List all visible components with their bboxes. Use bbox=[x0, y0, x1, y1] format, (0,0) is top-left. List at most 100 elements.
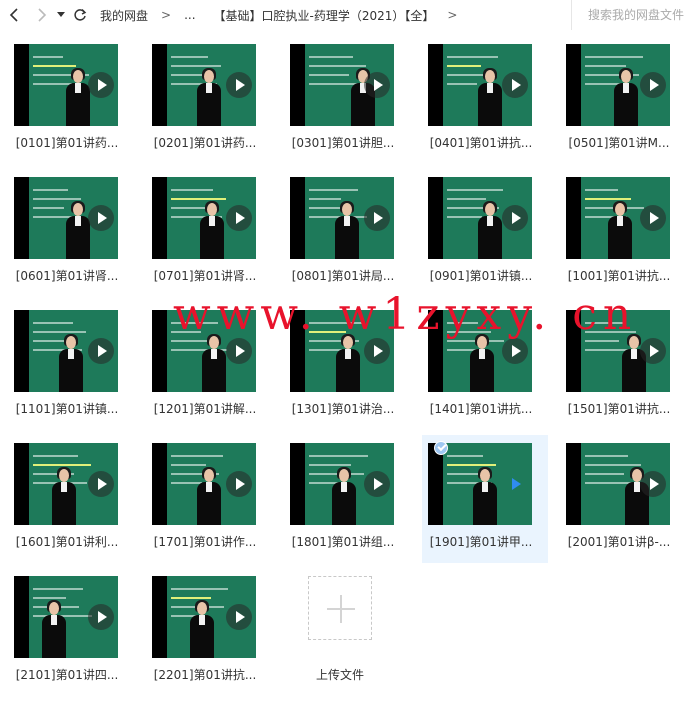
lecturer-figure bbox=[613, 68, 639, 126]
play-icon[interactable] bbox=[640, 205, 666, 231]
lecturer-figure bbox=[477, 201, 503, 259]
play-icon[interactable] bbox=[226, 72, 252, 98]
slide-text-line bbox=[170, 322, 218, 324]
file-item[interactable]: [0501]第01讲M... bbox=[560, 36, 686, 164]
refresh-button[interactable] bbox=[68, 0, 92, 30]
play-icon[interactable] bbox=[88, 72, 114, 98]
lecturer-shirt bbox=[617, 216, 623, 226]
lecturer-head bbox=[485, 70, 495, 83]
file-name: [1101]第01讲镇... bbox=[15, 402, 119, 416]
slide-text-line bbox=[446, 198, 486, 200]
lecturer-figure bbox=[199, 201, 225, 259]
file-item[interactable]: [1301]第01讲治... bbox=[284, 302, 410, 430]
play-icon[interactable] bbox=[364, 205, 390, 231]
play-icon[interactable] bbox=[226, 471, 252, 497]
lecturer-head bbox=[197, 602, 207, 615]
back-button[interactable] bbox=[2, 0, 26, 30]
slide-text-line bbox=[446, 322, 478, 324]
lecturer-figure bbox=[65, 68, 91, 126]
play-icon[interactable] bbox=[502, 471, 528, 497]
lecturer-shirt bbox=[344, 216, 350, 226]
slide-text-line bbox=[308, 464, 351, 466]
breadcrumb-separator-end: > bbox=[447, 8, 458, 22]
file-name: [1801]第01讲组... bbox=[291, 535, 395, 549]
file-item[interactable]: [0901]第01讲镇... bbox=[422, 169, 548, 297]
slide-text-line bbox=[446, 56, 498, 58]
lecturer-head bbox=[204, 70, 214, 83]
play-icon[interactable] bbox=[640, 338, 666, 364]
file-item[interactable]: [1601]第01讲利... bbox=[8, 435, 134, 563]
search-input[interactable] bbox=[588, 8, 692, 22]
forward-button[interactable] bbox=[30, 0, 54, 30]
file-item[interactable]: [0401]第01讲抗... bbox=[422, 36, 548, 164]
play-icon[interactable] bbox=[88, 338, 114, 364]
file-item[interactable]: [0601]第01讲肾... bbox=[8, 169, 134, 297]
slide-text-line bbox=[32, 189, 68, 191]
lecturer-figure bbox=[335, 334, 361, 392]
slide-text-line bbox=[584, 473, 624, 475]
file-item[interactable]: [1101]第01讲镇... bbox=[8, 302, 134, 430]
play-icon[interactable] bbox=[226, 604, 252, 630]
lecturer-head bbox=[59, 469, 69, 482]
file-item[interactable]: [1901]第01讲甲... bbox=[422, 435, 548, 563]
slide-text-line bbox=[170, 198, 226, 200]
file-item[interactable]: [2001]第01讲β-... bbox=[560, 435, 686, 563]
file-item[interactable]: [1401]第01讲抗... bbox=[422, 302, 548, 430]
slide-text-line bbox=[170, 189, 213, 191]
lecturer-head bbox=[73, 203, 83, 216]
play-icon[interactable] bbox=[640, 471, 666, 497]
lecturer-shirt bbox=[631, 349, 637, 359]
file-item[interactable]: [2101]第01讲四... bbox=[8, 568, 134, 696]
file-item[interactable]: [1001]第01讲抗... bbox=[560, 169, 686, 297]
file-name: [1901]第01讲甲... bbox=[429, 535, 533, 549]
lecturer-figure bbox=[472, 467, 498, 525]
play-icon[interactable] bbox=[88, 604, 114, 630]
file-item[interactable]: [0701]第01讲肾... bbox=[146, 169, 272, 297]
play-icon[interactable] bbox=[88, 471, 114, 497]
history-dropdown[interactable] bbox=[54, 0, 68, 30]
play-icon[interactable] bbox=[226, 205, 252, 231]
slide-text-line bbox=[170, 65, 221, 67]
lecturer-head bbox=[477, 336, 487, 349]
slide-text-line bbox=[32, 198, 81, 200]
lecturer-shirt bbox=[206, 482, 212, 492]
slide-text-line bbox=[32, 331, 86, 333]
play-icon[interactable] bbox=[502, 72, 528, 98]
file-item[interactable]: [1501]第01讲抗... bbox=[560, 302, 686, 430]
slide-text-line bbox=[170, 464, 206, 466]
upload-file-button[interactable]: 上传文件 bbox=[284, 568, 410, 696]
slide-text-line bbox=[446, 464, 496, 466]
play-icon[interactable] bbox=[364, 338, 390, 364]
lecturer-figure bbox=[65, 201, 91, 259]
breadcrumb-ellipsis[interactable]: ... bbox=[184, 8, 195, 22]
file-item[interactable]: [1701]第01讲作... bbox=[146, 435, 272, 563]
play-icon[interactable] bbox=[364, 72, 390, 98]
video-thumbnail bbox=[152, 576, 256, 658]
file-item[interactable]: [1801]第01讲组... bbox=[284, 435, 410, 563]
play-icon[interactable] bbox=[88, 205, 114, 231]
slide-text-line bbox=[32, 455, 78, 457]
lecturer-head bbox=[480, 469, 490, 482]
file-name: [2001]第01讲β-... bbox=[567, 535, 671, 549]
play-icon[interactable] bbox=[640, 72, 666, 98]
file-item[interactable]: [2201]第01讲抗... bbox=[146, 568, 272, 696]
slide-text-line bbox=[32, 65, 76, 67]
slide-text-line bbox=[584, 464, 641, 466]
play-icon[interactable] bbox=[364, 471, 390, 497]
file-item[interactable]: [0801]第01讲局... bbox=[284, 169, 410, 297]
file-item[interactable]: [0301]第01讲胆... bbox=[284, 36, 410, 164]
slide-text-line bbox=[446, 65, 481, 67]
file-item[interactable]: [1201]第01讲解... bbox=[146, 302, 272, 430]
video-thumbnail bbox=[152, 310, 256, 392]
file-item[interactable]: [0201]第01讲药... bbox=[146, 36, 272, 164]
file-name: [0501]第01讲M... bbox=[568, 136, 670, 150]
upload-drop-zone[interactable] bbox=[308, 576, 372, 640]
play-icon[interactable] bbox=[226, 338, 252, 364]
file-item[interactable]: [0101]第01讲药... bbox=[8, 36, 134, 164]
play-icon[interactable] bbox=[502, 338, 528, 364]
breadcrumb-root[interactable]: 我的网盘 bbox=[100, 7, 148, 24]
slide-text-line bbox=[32, 588, 83, 590]
check-icon[interactable] bbox=[434, 441, 448, 455]
slide-text-line bbox=[446, 83, 477, 85]
play-icon[interactable] bbox=[502, 205, 528, 231]
